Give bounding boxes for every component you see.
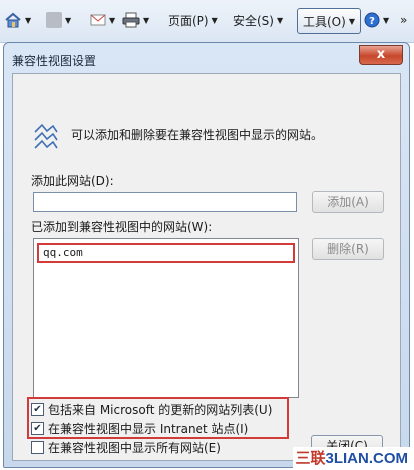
printer-icon (122, 12, 140, 28)
dialog-titlebar[interactable]: 兼容性视图设置 x (4, 43, 409, 73)
safety-menu-label: 安全(S) (233, 13, 274, 28)
chevron-right-icon: » (400, 13, 408, 27)
option-label: 包括来自 Microsoft 的更新的网站列表(U) (48, 403, 273, 417)
added-sites-label: 已添加到兼容性视图中的网站(W): (31, 220, 213, 234)
feeds-button[interactable]: ▼ (46, 9, 71, 31)
page-menu[interactable]: 页面(P) ▼ (168, 9, 218, 31)
chevron-down-icon: ▼ (143, 15, 150, 25)
watermark-part1: 三联 (295, 450, 326, 467)
option-include-ms-list[interactable]: ✔ 包括来自 Microsoft 的更新的网站列表(U) (31, 401, 272, 418)
compat-view-dialog: 兼容性视图设置 x 可以添加和删除要在兼容性视图中显示的网站。 添加此网站(D)… (3, 42, 410, 468)
info-text: 可以添加和删除要在兼容性视图中显示的网站。 (71, 128, 324, 142)
site-watermark: 三联3LIAN.COM (293, 447, 410, 468)
dialog-title: 兼容性视图设置 (12, 54, 97, 68)
checkbox-checked-icon[interactable]: ✔ (31, 422, 44, 435)
chevron-down-icon: ▼ (109, 15, 116, 25)
chevron-down-icon: ▼ (211, 15, 218, 25)
chevron-down-icon: ▼ (383, 15, 390, 25)
toolbar-overflow[interactable]: » (400, 9, 407, 31)
print-button[interactable]: ▼ (122, 9, 149, 31)
home-button[interactable]: ▼ (4, 9, 31, 31)
added-sites-list[interactable]: qq.com (33, 238, 299, 398)
add-site-input[interactable] (33, 192, 297, 212)
safety-menu[interactable]: 安全(S) ▼ (233, 9, 283, 31)
help-button[interactable]: ? ▼ (364, 9, 389, 31)
mail-button[interactable]: ▼ (90, 9, 115, 31)
chevron-down-icon: ▼ (348, 16, 355, 26)
ie-command-bar: ▼ ▼ ▼ ▼ 页面(P) ▼ 安全(S) ▼ 工具(O) ▼ ? ▼ » (0, 0, 414, 43)
mail-icon (90, 14, 106, 26)
option-show-intranet[interactable]: ✔ 在兼容性视图中显示 Intranet 站点(I) (31, 420, 248, 437)
remove-button[interactable]: 删除(R) (312, 238, 384, 260)
rss-icon (46, 12, 62, 28)
close-icon[interactable]: x (359, 45, 403, 65)
tools-menu-label: 工具(O) (303, 14, 346, 29)
dialog-body: 可以添加和删除要在兼容性视图中显示的网站。 添加此网站(D): 添加(A) 已添… (12, 73, 401, 461)
option-label: 在兼容性视图中显示 Intranet 站点(I) (48, 422, 249, 436)
chevron-down-icon: ▼ (25, 15, 32, 25)
option-show-all[interactable]: 在兼容性视图中显示所有网站(E) (31, 439, 221, 456)
add-button[interactable]: 添加(A) (312, 191, 384, 213)
info-icon (33, 122, 59, 155)
svg-text:?: ? (369, 16, 375, 27)
watermark-part2: 3LIAN.COM (325, 450, 409, 467)
page-menu-label: 页面(P) (168, 13, 209, 28)
chevron-down-icon: ▼ (65, 15, 72, 25)
checkbox-unchecked-icon[interactable] (31, 441, 44, 454)
chevron-down-icon: ▼ (276, 15, 284, 25)
add-site-label: 添加此网站(D): (31, 174, 114, 188)
home-icon (5, 12, 21, 28)
help-icon: ? (364, 12, 380, 28)
tools-menu[interactable]: 工具(O) ▼ (297, 8, 361, 34)
list-item[interactable]: qq.com (37, 243, 295, 263)
option-label: 在兼容性视图中显示所有网站(E) (48, 441, 221, 455)
checkbox-checked-icon[interactable]: ✔ (31, 403, 44, 416)
